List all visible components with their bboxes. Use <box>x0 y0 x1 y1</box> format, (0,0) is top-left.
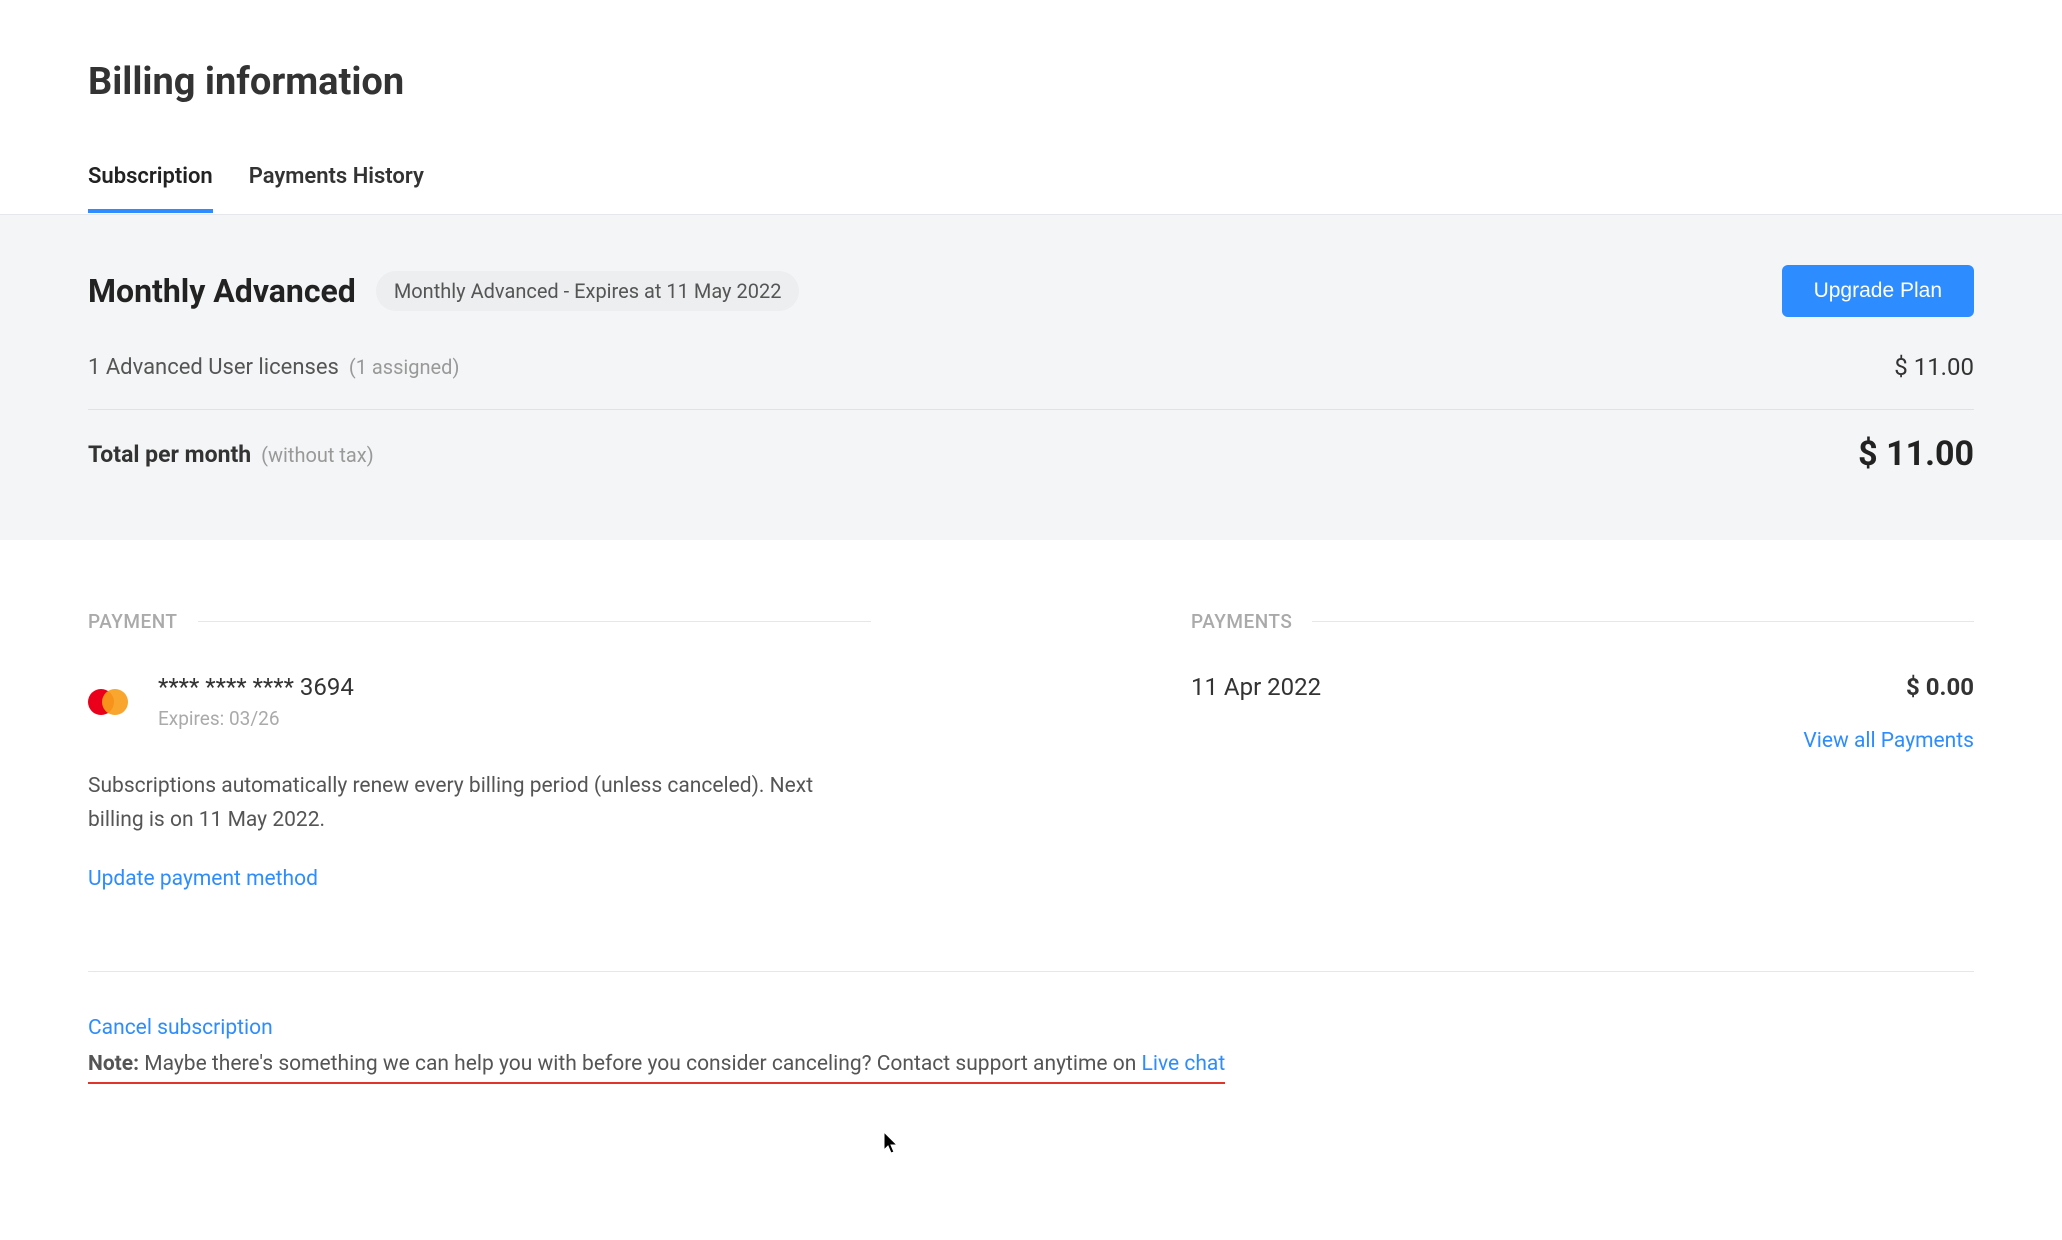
license-price: $ 11.00 <box>1894 353 1974 381</box>
tab-subscription[interactable]: Subscription <box>88 164 213 213</box>
update-payment-link[interactable]: Update payment method <box>88 867 318 891</box>
total-sublabel: (without tax) <box>261 443 374 467</box>
tab-payments-history[interactable]: Payments History <box>249 164 424 213</box>
payment-heading: PAYMENT <box>88 610 178 633</box>
cursor-icon <box>884 1132 902 1156</box>
mastercard-icon <box>88 688 132 716</box>
card-number: **** **** **** 3694 <box>158 673 354 701</box>
plan-section: Monthly Advanced Monthly Advanced - Expi… <box>0 214 2062 540</box>
payment-history-row: 11 Apr 2022 $ 0.00 <box>1191 673 1974 701</box>
note-text: Maybe there's something we can help you … <box>139 1052 1141 1076</box>
upgrade-plan-button[interactable]: Upgrade Plan <box>1782 265 1974 317</box>
divider <box>1312 621 1974 622</box>
note-label: Note: <box>88 1052 139 1076</box>
payments-heading: PAYMENTS <box>1191 610 1292 633</box>
total-price: $ 11.00 <box>1858 434 1974 474</box>
license-assigned: (1 assigned) <box>349 355 460 379</box>
cancel-subscription-link[interactable]: Cancel subscription <box>88 1016 273 1040</box>
footer-section: Cancel subscription Note: Maybe there's … <box>88 971 1974 1084</box>
card-expiry: Expires: 03/26 <box>158 707 354 730</box>
divider <box>198 621 872 622</box>
payment-column: PAYMENT **** **** **** 3694 Expires: 03/… <box>88 610 1191 891</box>
renewal-note: Subscriptions automatically renew every … <box>88 770 871 837</box>
plan-name: Monthly Advanced <box>88 272 356 310</box>
cancel-note: Note: Maybe there's something we can hel… <box>88 1052 1225 1084</box>
license-text: 1 Advanced User licenses <box>88 355 339 380</box>
payments-column: PAYMENTS 11 Apr 2022 $ 0.00 View all Pay… <box>1191 610 1974 891</box>
plan-expiry-badge: Monthly Advanced - Expires at 11 May 202… <box>376 271 800 311</box>
page-title: Billing information <box>88 60 2062 104</box>
view-all-payments-link[interactable]: View all Payments <box>1803 729 1974 753</box>
payment-date: 11 Apr 2022 <box>1191 673 1321 701</box>
live-chat-link[interactable]: Live chat <box>1142 1052 1226 1076</box>
total-row: Total per month (without tax) $ 11.00 <box>88 410 1974 474</box>
payment-amount: $ 0.00 <box>1906 673 1974 701</box>
license-row: 1 Advanced User licenses (1 assigned) $ … <box>88 353 1974 410</box>
tabs: Subscription Payments History <box>88 164 2062 214</box>
total-label: Total per month <box>88 441 251 468</box>
